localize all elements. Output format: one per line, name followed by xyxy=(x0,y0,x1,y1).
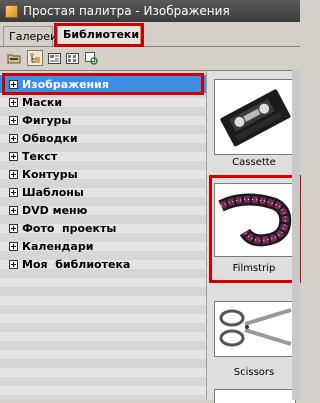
tree-item-calendars[interactable]: Календари xyxy=(0,237,206,255)
filmstrip-image xyxy=(218,193,292,247)
thumbnail-filmstrip[interactable] xyxy=(214,183,296,257)
preview-pane: Cassette Filmstrip Scissors xyxy=(206,70,301,403)
refresh-icon[interactable] xyxy=(83,50,99,66)
cassette-image xyxy=(220,89,291,147)
tree-view-icon[interactable] xyxy=(27,50,43,66)
tab-bar: Галереи Библиотеки xyxy=(0,22,300,47)
list-view-icon[interactable] xyxy=(46,50,62,66)
expand-icon[interactable] xyxy=(9,79,18,89)
tree-item-label: Контуры xyxy=(22,167,78,181)
thumbnail-scissors[interactable] xyxy=(214,301,296,357)
tree-item-label: Обводки xyxy=(22,131,78,145)
tree-item-templates[interactable]: Шаблоны xyxy=(0,183,206,201)
tree-item-shapes[interactable]: Фигуры xyxy=(0,111,206,129)
expand-icon[interactable] xyxy=(9,115,18,125)
tree-item-label: Маски xyxy=(22,95,63,109)
expand-icon[interactable] xyxy=(9,241,18,251)
tree-item-label: Фото проекты xyxy=(22,221,117,235)
expand-icon[interactable] xyxy=(9,223,18,233)
expand-icon[interactable] xyxy=(9,169,18,179)
vertical-scrollbar[interactable] xyxy=(292,70,300,400)
thumbnail-next[interactable] xyxy=(214,389,296,403)
expand-icon[interactable] xyxy=(9,205,18,215)
tree-item-borders[interactable]: Обводки xyxy=(0,129,206,147)
expand-icon[interactable] xyxy=(9,133,18,143)
tree-item-dvd-menu[interactable]: DVD меню xyxy=(0,201,206,219)
folder-icon[interactable] xyxy=(6,50,22,66)
tree-item-label: Текст xyxy=(22,149,58,163)
expand-icon[interactable] xyxy=(9,259,18,269)
tree-item-outlines[interactable]: Контуры xyxy=(0,165,206,183)
title-bar: Простая палитра - Изображения xyxy=(0,0,300,22)
details-view-icon[interactable] xyxy=(64,50,80,66)
thumbnail-cassette[interactable] xyxy=(214,79,296,155)
expand-icon[interactable] xyxy=(9,151,18,161)
library-tree: Изображения Маски Фигуры Обводки Текст К… xyxy=(0,70,206,400)
tab-libraries[interactable]: Библиотеки xyxy=(57,24,141,46)
tree-item-label: Календари xyxy=(22,239,94,253)
tree-item-text[interactable]: Текст xyxy=(0,147,206,165)
thumbnail-label: Scissors xyxy=(233,367,275,378)
tree-item-label: DVD меню xyxy=(22,203,88,217)
tab-galleries[interactable]: Галереи xyxy=(3,26,57,46)
tree-item-images[interactable]: Изображения xyxy=(0,75,206,93)
expand-icon[interactable] xyxy=(9,187,18,197)
tree-item-photo-projects[interactable]: Фото проекты xyxy=(0,219,206,237)
tree-item-label: Шаблоны xyxy=(22,185,84,199)
tree-item-label: Фигуры xyxy=(22,113,72,127)
thumbnail-label: Filmstrip xyxy=(232,263,276,274)
tree-item-label: Моя библиотека xyxy=(22,257,131,271)
tree-item-my-library[interactable]: Моя библиотека xyxy=(0,255,206,273)
scissors-image xyxy=(219,308,292,347)
expand-icon[interactable] xyxy=(9,97,18,107)
window-title: Простая палитра - Изображения xyxy=(23,4,230,18)
tree-item-masks[interactable]: Маски xyxy=(0,93,206,111)
app-icon xyxy=(5,4,18,18)
toolbar xyxy=(0,47,300,69)
tree-item-label: Изображения xyxy=(22,77,109,91)
thumbnail-label: Cassette xyxy=(232,157,276,168)
